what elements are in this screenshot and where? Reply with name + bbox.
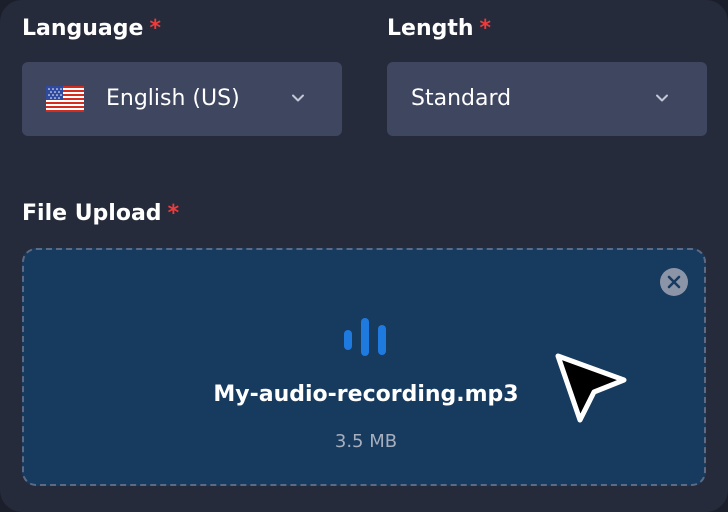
us-flag-icon — [46, 86, 84, 112]
length-required-marker: * — [479, 16, 492, 41]
uploaded-file-size: 3.5 MB — [334, 431, 398, 452]
audio-bars-icon — [344, 318, 386, 356]
upload-form-panel: Language * English (US) Length * Standar… — [0, 0, 728, 512]
file-upload-label: File Upload * — [22, 200, 179, 228]
language-label: Language * — [22, 15, 161, 43]
close-circle-icon[interactable] — [659, 267, 689, 297]
length-selected-value: Standard — [411, 86, 512, 111]
language-select[interactable]: English (US) — [22, 62, 342, 136]
length-label: Length * — [387, 15, 491, 43]
length-label-text: Length — [387, 16, 474, 41]
mouse-pointer-icon — [555, 353, 627, 423]
chevron-down-icon — [656, 94, 668, 102]
file-upload-label-text: File Upload — [22, 201, 162, 226]
file-upload-required-marker: * — [167, 201, 180, 226]
language-selected-value: English (US) — [106, 86, 240, 111]
length-select[interactable]: Standard — [387, 62, 707, 136]
language-label-text: Language — [22, 16, 144, 41]
chevron-down-icon — [292, 94, 304, 102]
language-required-marker: * — [149, 16, 161, 41]
